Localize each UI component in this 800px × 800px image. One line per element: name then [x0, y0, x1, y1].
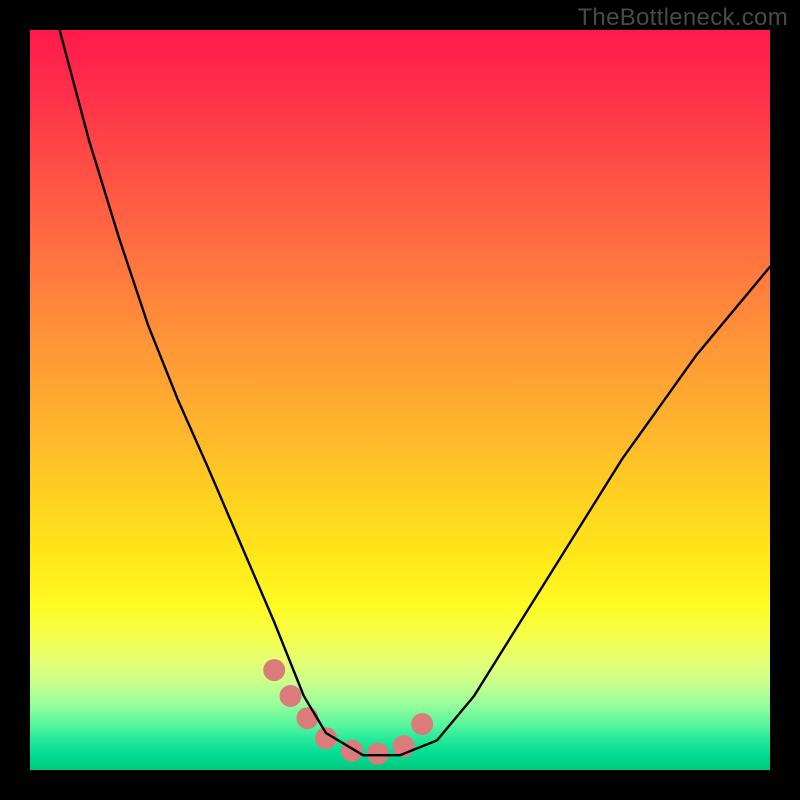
curve-line [60, 30, 770, 755]
marker-group [263, 659, 433, 765]
watermark-text: TheBottleneck.com [577, 4, 788, 32]
highlight-dot [280, 685, 302, 707]
highlight-dot [411, 713, 433, 735]
plot-area [30, 30, 770, 770]
highlight-dot [263, 659, 285, 681]
chart-svg [30, 30, 770, 770]
highlight-dot [367, 743, 389, 765]
highlight-dot [297, 707, 319, 729]
chart-frame: TheBottleneck.com [0, 0, 800, 800]
